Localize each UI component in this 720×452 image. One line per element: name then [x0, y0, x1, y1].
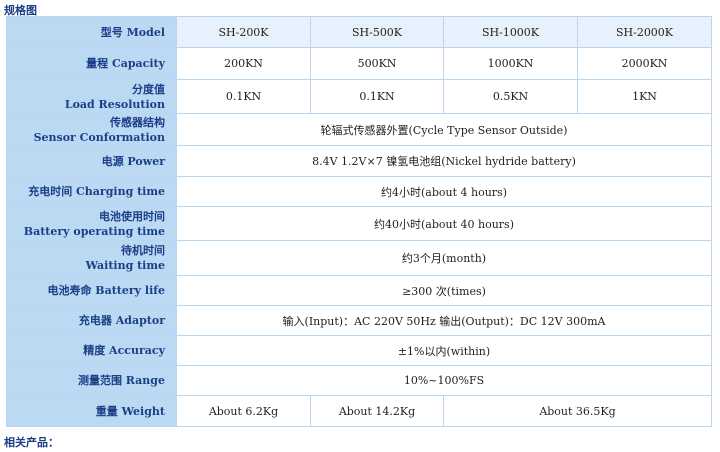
model-cell: SH-500K [310, 16, 444, 48]
row-power: 电源 Power 8.4V 1.2V×7 镍氢电池组(Nickel hydrid… [6, 145, 712, 177]
row-sensor: 传感器结构 Sensor Conformation 轮辐式传感器外置(Cycle… [6, 113, 712, 146]
label-range: 测量范围 Range [6, 365, 177, 396]
capacity-cell: 500KN [310, 47, 444, 80]
capacity-cell: 1000KN [443, 47, 578, 80]
row-operating: 电池使用时间 Battery operating time 约40小时(abou… [6, 206, 712, 241]
row-range: 测量范围 Range 10%~100%FS [6, 365, 712, 396]
waiting-value: 约3个月(month) [176, 240, 712, 276]
label-operating: 电池使用时间 Battery operating time [6, 206, 177, 241]
label-adaptor: 充电器 Adaptor [6, 305, 177, 336]
adaptor-value: 输入(Input)：AC 220V 50Hz 输出(Output)：DC 12V… [176, 305, 712, 336]
related-products-heading: 相关产品： [4, 436, 59, 449]
row-waiting: 待机时间 Waiting time 约3个月(month) [6, 240, 712, 276]
model-cell: SH-2000K [577, 16, 712, 48]
label-sensor-en: Sensor Conformation [33, 130, 165, 144]
spec-table: 型号 Model SH-200K SH-500K SH-1000K SH-200… [6, 16, 712, 427]
row-model: 型号 Model SH-200K SH-500K SH-1000K SH-200… [6, 16, 712, 48]
label-operating-en: Battery operating time [23, 224, 165, 238]
label-power: 电源 Power [6, 145, 177, 177]
row-resolution: 分度值 Load Resolution 0.1KN 0.1KN 0.5KN 1K… [6, 79, 712, 114]
weight-cell: About 14.2Kg [310, 395, 444, 427]
weight-cell: About 36.5Kg [443, 395, 712, 427]
resolution-cell: 0.1KN [176, 79, 311, 114]
model-cell: SH-200K [176, 16, 311, 48]
capacity-cell: 200KN [176, 47, 311, 80]
label-sensor: 传感器结构 Sensor Conformation [6, 113, 177, 146]
label-resolution-en: Load Resolution [64, 97, 165, 111]
accuracy-value: ±1%以内(within) [176, 335, 712, 366]
label-weight: 重量 Weight [6, 395, 177, 427]
label-waiting-cn: 待机时间 [121, 244, 165, 257]
row-weight: 重量 Weight About 6.2Kg About 14.2Kg About… [6, 395, 712, 427]
label-resolution: 分度值 Load Resolution [6, 79, 177, 114]
label-capacity: 量程 Capacity [6, 47, 177, 80]
power-value: 8.4V 1.2V×7 镍氢电池组(Nickel hydride battery… [176, 145, 712, 177]
label-resolution-cn: 分度值 [132, 82, 165, 96]
operating-value: 约40小时(about 40 hours) [176, 206, 712, 241]
row-accuracy: 精度 Accuracy ±1%以内(within) [6, 335, 712, 366]
label-sensor-cn: 传感器结构 [110, 115, 165, 129]
resolution-cell: 1KN [577, 79, 712, 114]
label-model: 型号 Model [6, 16, 177, 48]
resolution-cell: 0.5KN [443, 79, 578, 114]
label-waiting: 待机时间 Waiting time [6, 240, 177, 276]
row-capacity: 量程 Capacity 200KN 500KN 1000KN 2000KN [6, 47, 712, 80]
row-adaptor: 充电器 Adaptor 输入(Input)：AC 220V 50Hz 输出(Ou… [6, 305, 712, 336]
battery-life-value: ≥300 次(times) [176, 275, 712, 306]
row-battery-life: 电池寿命 Battery life ≥300 次(times) [6, 275, 712, 306]
sensor-value: 轮辐式传感器外置(Cycle Type Sensor Outside) [176, 113, 712, 146]
resolution-cell: 0.1KN [310, 79, 444, 114]
row-charging: 充电时间 Charging time 约4小时(about 4 hours) [6, 176, 712, 207]
range-value: 10%~100%FS [176, 365, 712, 396]
model-cell: SH-1000K [443, 16, 578, 48]
charging-value: 约4小时(about 4 hours) [176, 176, 712, 207]
label-waiting-en: Waiting time [85, 259, 165, 272]
label-battery-life: 电池寿命 Battery life [6, 275, 177, 306]
label-charging: 充电时间 Charging time [6, 176, 177, 207]
weight-cell: About 6.2Kg [176, 395, 311, 427]
label-operating-cn: 电池使用时间 [99, 209, 165, 223]
capacity-cell: 2000KN [577, 47, 712, 80]
label-accuracy: 精度 Accuracy [6, 335, 177, 366]
